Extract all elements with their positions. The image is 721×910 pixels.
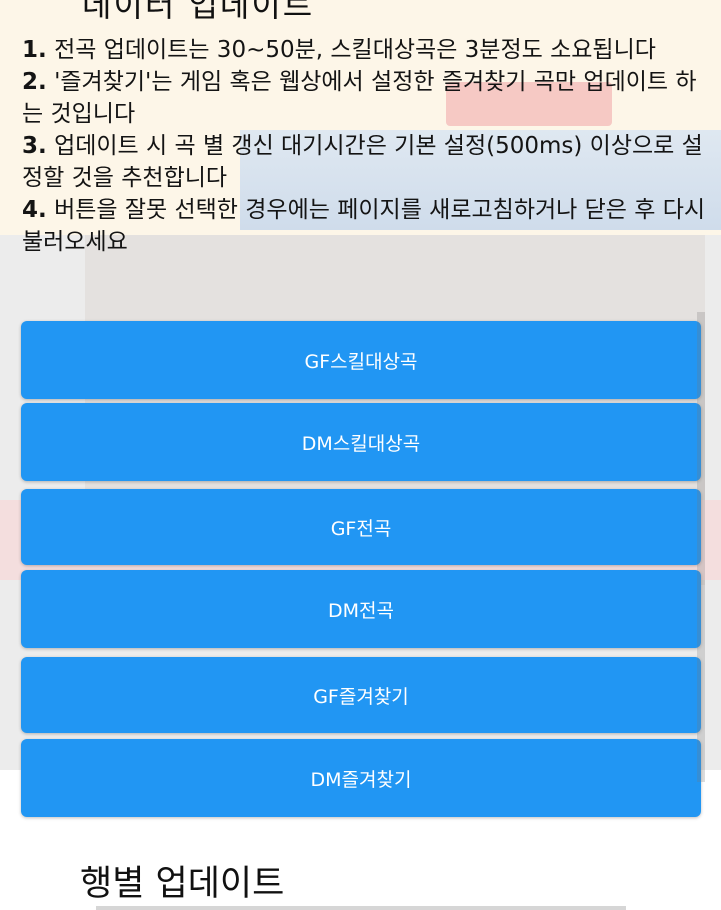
gf-skill-button[interactable]: GF스킬대상곡 xyxy=(21,321,701,399)
scrollbar[interactable] xyxy=(697,312,705,782)
dm-skill-button[interactable]: DM스킬대상곡 xyxy=(21,403,701,481)
notice-item: 4. 버튼을 잘못 선택한 경우에는 페이지를 새로고침하거나 닫은 후 다시 … xyxy=(22,197,706,255)
dm-all-button[interactable]: DM전곡 xyxy=(21,570,701,648)
dialog-title: 데이터 업데이트 xyxy=(82,0,315,24)
divider xyxy=(96,906,626,910)
notice-item: 3. 업데이트 시 곡 별 갱신 대기시간은 기본 설정(500ms) 이상으로… xyxy=(22,133,703,191)
notice-item: 1. 전곡 업데이트는 30~50분, 스킬대상곡은 3분정도 소요됩니다 xyxy=(22,37,656,63)
row-update-heading: 행별 업데이트 xyxy=(80,864,285,904)
notice-list: 1. 전곡 업데이트는 30~50분, 스킬대상곡은 3분정도 소요됩니다 2.… xyxy=(22,34,712,258)
notice-item: 2. '즐겨찾기'는 게임 혹은 웹상에서 설정한 즐겨찾기 곡만 업데이트 하… xyxy=(22,69,697,127)
gf-all-button[interactable]: GF전곡 xyxy=(21,489,701,565)
dm-favorites-button[interactable]: DM즐겨찾기 xyxy=(21,739,701,817)
gf-favorites-button[interactable]: GF즐겨찾기 xyxy=(21,657,701,733)
